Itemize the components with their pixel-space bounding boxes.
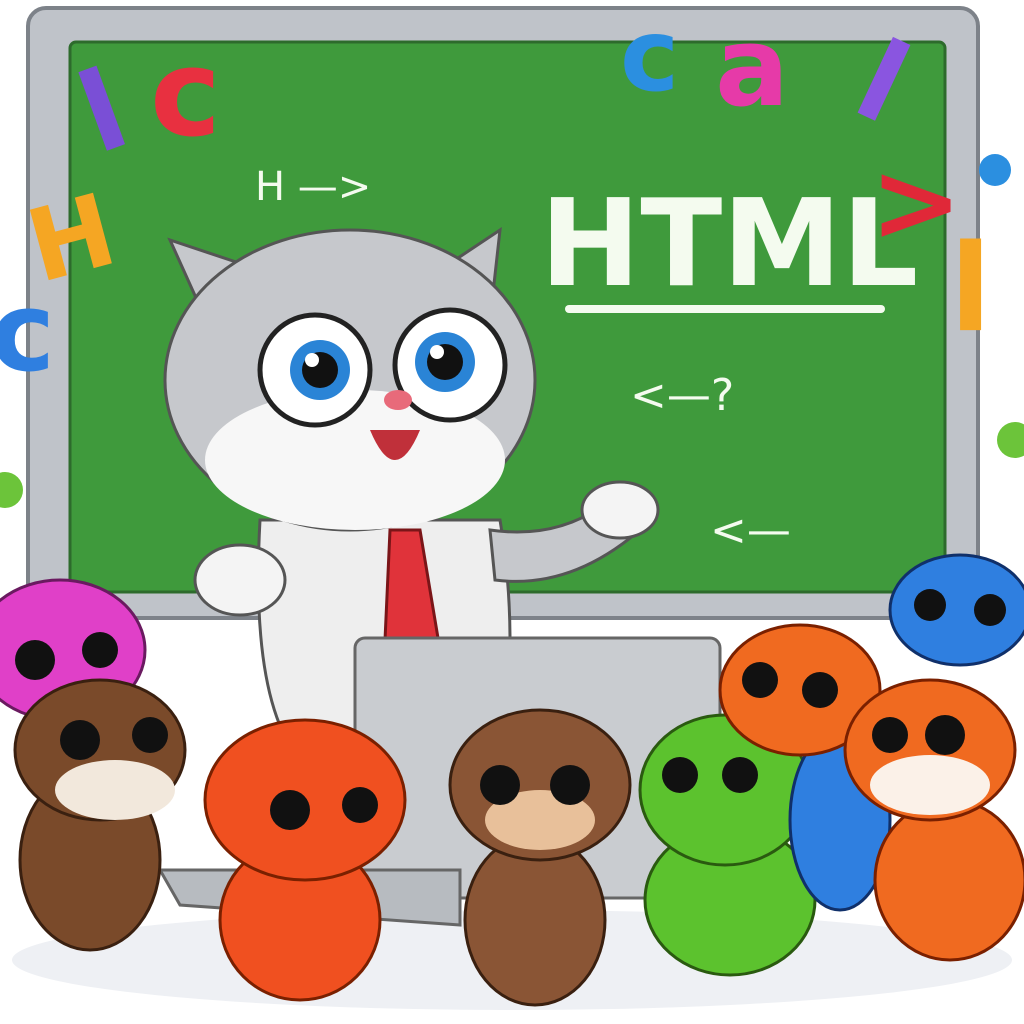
classroom-illustration: H —> HTML <—? <— l c H c c a l > l <box>0 0 1024 1010</box>
teacher-nose <box>384 390 412 410</box>
board-line-2: <—? <box>630 370 734 421</box>
teacher-hand-right <box>580 480 660 540</box>
letter-a: a <box>715 3 789 131</box>
board-title: HTML <box>540 175 918 314</box>
dot-blue <box>979 154 1011 186</box>
dot-green-right <box>997 422 1024 458</box>
title-underline <box>565 305 885 313</box>
letter-gt: > <box>870 138 962 266</box>
letter-c-top: c <box>620 0 679 114</box>
letter-l-orange: l <box>950 220 991 359</box>
dot-green-left <box>0 472 23 508</box>
teacher-hand-left <box>193 543 287 617</box>
board-line-3: <— <box>710 505 791 556</box>
board-line-1: H —> <box>255 164 371 210</box>
letter-c-blue: c <box>0 268 55 396</box>
letter-c: c <box>150 25 221 164</box>
student-brown-left <box>13 678 187 952</box>
